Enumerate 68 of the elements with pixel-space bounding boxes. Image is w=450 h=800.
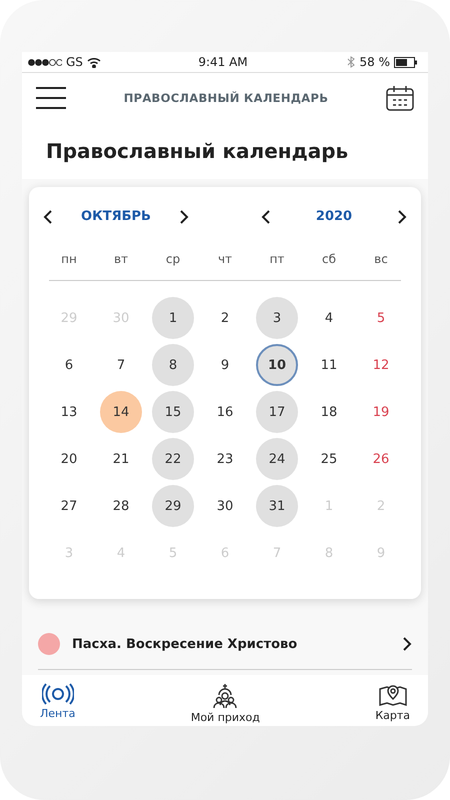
- calendar-day[interactable]: 27: [48, 485, 90, 527]
- chevron-icon: [402, 637, 412, 651]
- weekday-label: вс: [373, 251, 389, 268]
- calendar-day[interactable]: 16: [204, 391, 246, 433]
- bluetooth-icon: [347, 56, 356, 68]
- previous-month-button[interactable]: [43, 210, 53, 224]
- carrier-name: GS: [66, 55, 83, 69]
- chevron-icon: [43, 210, 53, 224]
- calendar-day[interactable]: 12: [360, 344, 402, 386]
- calendar-day[interactable]: 23: [204, 438, 246, 480]
- calendar-icon[interactable]: [386, 85, 414, 111]
- calendar-day[interactable]: 11: [308, 344, 350, 386]
- calendar-day[interactable]: 7: [100, 344, 142, 386]
- calendar-day[interactable]: 19: [360, 391, 402, 433]
- calendar-day[interactable]: 1: [152, 297, 194, 339]
- calendar-day[interactable]: 26: [360, 438, 402, 480]
- calendar-day[interactable]: 24: [256, 438, 298, 480]
- weekday-label: чт: [216, 251, 234, 268]
- weekday-label: ср: [164, 251, 182, 268]
- tab[interactable]: Лента: [40, 683, 76, 724]
- calendar-day[interactable]: 29: [152, 485, 194, 527]
- calendar-day[interactable]: 3: [256, 297, 298, 339]
- calendar-day[interactable]: 25: [308, 438, 350, 480]
- chevron-icon: [261, 210, 271, 224]
- next-month-button[interactable]: [179, 210, 189, 224]
- month-label: ОКТЯБРЬ: [80, 209, 152, 224]
- page-title: Православный календарь: [22, 123, 428, 179]
- previous-year-button[interactable]: [261, 210, 271, 224]
- signal-icon: [28, 58, 62, 66]
- calendar-day[interactable]: 2: [204, 297, 246, 339]
- event-title: Пасха. Воскресение Христово: [72, 636, 298, 652]
- calendar-day[interactable]: 15: [152, 391, 194, 433]
- menu-icon[interactable]: [36, 87, 66, 109]
- calendar-day[interactable]: 21: [100, 438, 142, 480]
- calendar-day[interactable]: 5: [360, 297, 402, 339]
- weekday-label: пт: [268, 251, 286, 268]
- calendar-day[interactable]: 17: [256, 391, 298, 433]
- battery-icon: [394, 56, 418, 68]
- calendar-day[interactable]: 30: [204, 485, 246, 527]
- tab[interactable]: Карта: [375, 683, 410, 724]
- battery-percent: 58 %: [359, 55, 390, 69]
- app-title: ПРАВОСЛАВНЫЙ КАЛЕНДАРЬ: [124, 91, 328, 105]
- next-year-button[interactable]: [397, 210, 407, 224]
- weekday-label: сб: [321, 251, 337, 268]
- tab[interactable]: Мой приход: [190, 683, 260, 724]
- broadcast-icon: [42, 683, 74, 705]
- status-time: 9:41 AM: [198, 55, 248, 69]
- wifi-icon: [86, 56, 101, 68]
- map-pin-icon: [378, 683, 408, 707]
- weekday-label: пн: [60, 251, 78, 268]
- chevron-icon: [179, 210, 189, 224]
- calendar-day[interactable]: 22: [152, 438, 194, 480]
- chevron-icon: [397, 210, 407, 224]
- calendar-day[interactable]: 6: [48, 344, 90, 386]
- calendar-day[interactable]: 8: [152, 344, 194, 386]
- calendar-day[interactable]: 14: [100, 391, 142, 433]
- calendar-day[interactable]: 10: [256, 344, 298, 386]
- calendar-day[interactable]: 20: [48, 438, 90, 480]
- calendar-day[interactable]: 9: [204, 344, 246, 386]
- calendar-day[interactable]: 13: [48, 391, 90, 433]
- calendar-day[interactable]: 4: [308, 297, 350, 339]
- event-row[interactable]: Пасха. Воскресение Христово: [38, 621, 412, 670]
- calendar-day[interactable]: 28: [100, 485, 142, 527]
- weekday-label: вт: [112, 251, 130, 268]
- calendar-day[interactable]: 18: [308, 391, 350, 433]
- church-people-icon: [212, 683, 238, 709]
- calendar-day[interactable]: 31: [256, 485, 298, 527]
- year-label: 2020: [314, 209, 354, 224]
